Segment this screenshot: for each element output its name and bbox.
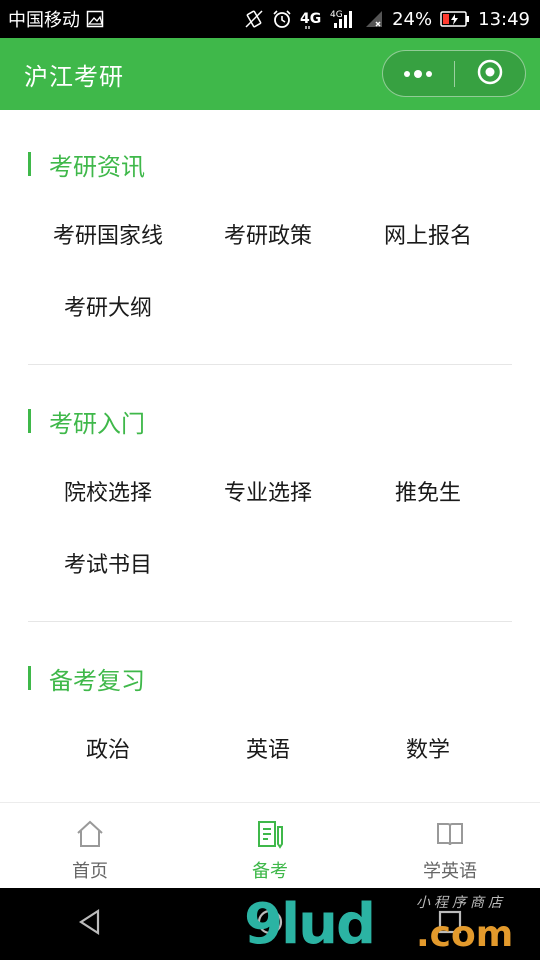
- grid-item-politics[interactable]: 政治: [28, 712, 188, 784]
- recents-button[interactable]: [420, 894, 480, 954]
- section-header: 备考复习: [28, 652, 512, 704]
- home-circle-icon: [256, 908, 284, 940]
- target-close-icon: [476, 58, 504, 90]
- section-title: 考研资讯: [49, 152, 145, 181]
- home-button[interactable]: [240, 894, 300, 954]
- section-grid: 院校选择 专业选择 推免生 考试书目: [28, 455, 512, 599]
- alarm-icon: [272, 9, 292, 29]
- app-bar: 沪江考研: [0, 38, 540, 110]
- tab-label: 首页: [72, 861, 108, 882]
- grid-item-school-choice[interactable]: 院校选择: [28, 455, 188, 527]
- section-review: 备考复习 政治 英语 数学: [0, 622, 540, 784]
- section-grid: 考研国家线 考研政策 网上报名 考研大纲: [28, 198, 512, 342]
- back-triangle-icon: [76, 908, 104, 940]
- battery-icon: [440, 10, 470, 28]
- carrier-label: 中国移动: [8, 10, 80, 31]
- vibrate-icon: [244, 9, 264, 29]
- app-title: 沪江考研: [24, 62, 124, 91]
- section-accent-bar: [28, 409, 31, 433]
- grid-item-recommended[interactable]: 推免生: [348, 455, 508, 527]
- recents-square-icon: [437, 909, 463, 939]
- book-icon: [435, 819, 465, 853]
- tab-prep[interactable]: 备考: [180, 803, 360, 888]
- signal-2-icon: [364, 9, 384, 29]
- grid-item-national-line[interactable]: 考研国家线: [28, 198, 188, 270]
- status-left: 中国移动: [0, 6, 104, 32]
- grid-item-syllabus[interactable]: 考研大纲: [28, 270, 188, 342]
- tab-label: 学英语: [423, 861, 477, 882]
- main-content: 考研资讯 考研国家线 考研政策 网上报名 考研大纲 考研入门 院校选择 专业选择…: [0, 110, 540, 802]
- signal-icon: 4G: [330, 8, 356, 30]
- system-nav-bar: [0, 888, 540, 960]
- section-accent-bar: [28, 666, 31, 690]
- more-dots-icon: [402, 64, 434, 83]
- clock-time: 13:49: [478, 8, 530, 30]
- grid-item-math[interactable]: 数学: [348, 712, 508, 784]
- section-header: 考研资讯: [28, 138, 512, 190]
- status-bar: 中国移动 4G 4G 24% 13:49: [0, 0, 540, 38]
- grid-item-registration[interactable]: 网上报名: [348, 198, 508, 270]
- grid-item-major-choice[interactable]: 专业选择: [188, 455, 348, 527]
- more-menu-button[interactable]: [383, 51, 454, 96]
- image-icon: [86, 10, 104, 28]
- section-accent-bar: [28, 152, 31, 176]
- section-grid: 政治 英语 数学: [28, 712, 512, 784]
- tab-label: 备考: [252, 861, 288, 882]
- section-news: 考研资讯 考研国家线 考研政策 网上报名 考研大纲: [0, 110, 540, 342]
- grid-item-policy[interactable]: 考研政策: [188, 198, 348, 270]
- section-header: 考研入门: [28, 395, 512, 447]
- svg-text:4G: 4G: [330, 10, 343, 20]
- tab-home[interactable]: 首页: [0, 803, 180, 888]
- back-button[interactable]: [60, 894, 120, 954]
- svg-text:4G: 4G: [300, 11, 321, 27]
- mini-program-capsule: [382, 50, 526, 97]
- grid-item-book-list[interactable]: 考试书目: [28, 527, 188, 599]
- section-title: 备考复习: [49, 666, 145, 695]
- 4g-icon: 4G: [300, 8, 322, 30]
- grid-item-english[interactable]: 英语: [188, 712, 348, 784]
- section-intro: 考研入门 院校选择 专业选择 推免生 考试书目: [0, 365, 540, 599]
- status-right: 4G 4G 24% 13:49: [244, 8, 540, 30]
- battery-percent: 24%: [392, 8, 433, 30]
- close-mini-program-button[interactable]: [455, 51, 526, 96]
- tab-bar: 首页 备考 学英语: [0, 802, 540, 888]
- section-title: 考研入门: [49, 409, 145, 438]
- notes-icon: [255, 819, 285, 853]
- home-icon: [75, 819, 105, 853]
- tab-learn-english[interactable]: 学英语: [360, 803, 540, 888]
